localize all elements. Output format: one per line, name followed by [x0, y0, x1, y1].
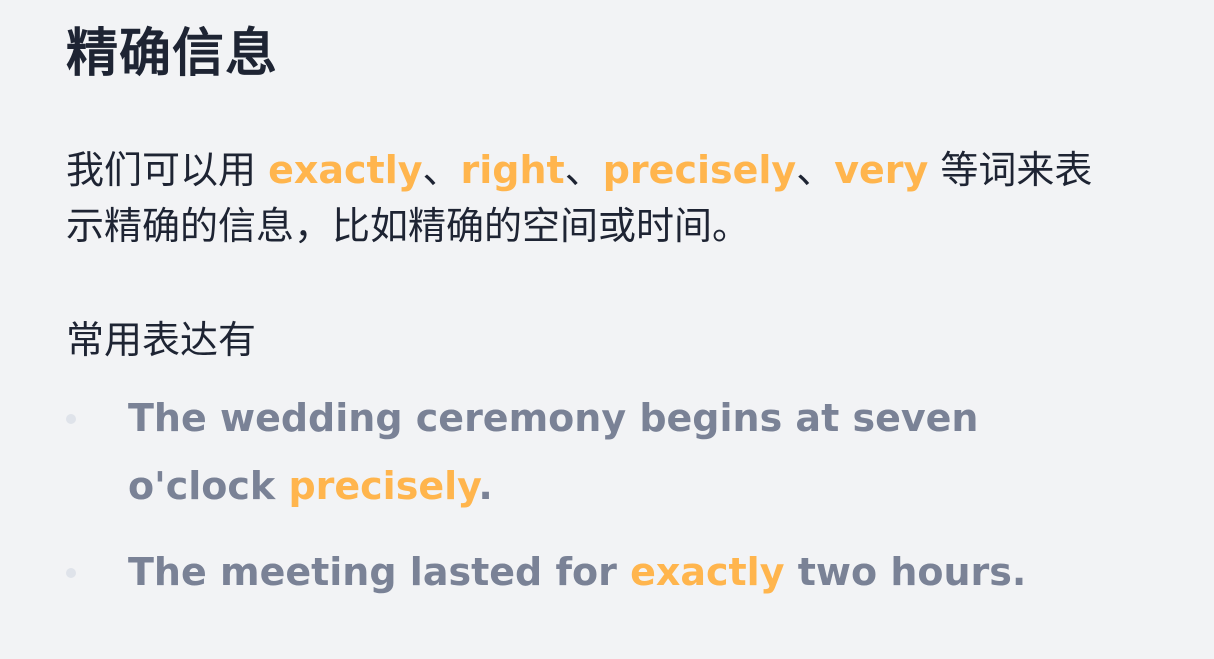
content-card: 精确信息 我们可以用 exactly、right、precisely、very …	[0, 0, 1214, 659]
separator: 、	[564, 148, 603, 192]
list-item: The wedding ceremony begins at seven o'c…	[66, 384, 1108, 520]
keyword-very: very	[834, 148, 929, 192]
keyword-exactly: exactly	[268, 148, 423, 192]
intro-paragraph: 我们可以用 exactly、right、precisely、very 等词来表示…	[66, 142, 1126, 254]
example-text: The meeting lasted for	[128, 550, 631, 594]
bullet-dot-icon	[66, 568, 76, 578]
section-title: 精确信息	[66, 24, 279, 84]
example-keyword: precisely	[288, 464, 479, 508]
intro-text-before: 我们可以用	[66, 148, 269, 192]
example-text-end: two hours.	[784, 550, 1027, 594]
list-item: The meeting lasted for exactly two hours…	[66, 538, 1108, 606]
example-text: The wedding ceremony begins at seven o'c…	[128, 396, 979, 508]
separator: 、	[796, 148, 835, 192]
keyword-precisely: precisely	[602, 148, 797, 192]
bullet-dot-icon	[66, 414, 76, 424]
common-expressions-heading: 常用表达有	[66, 318, 257, 362]
example-list: The wedding ceremony begins at seven o'c…	[66, 384, 1148, 606]
example-text-end: .	[478, 464, 493, 508]
keyword-right: right	[460, 148, 565, 192]
separator: 、	[422, 148, 461, 192]
example-keyword: exactly	[630, 550, 785, 594]
